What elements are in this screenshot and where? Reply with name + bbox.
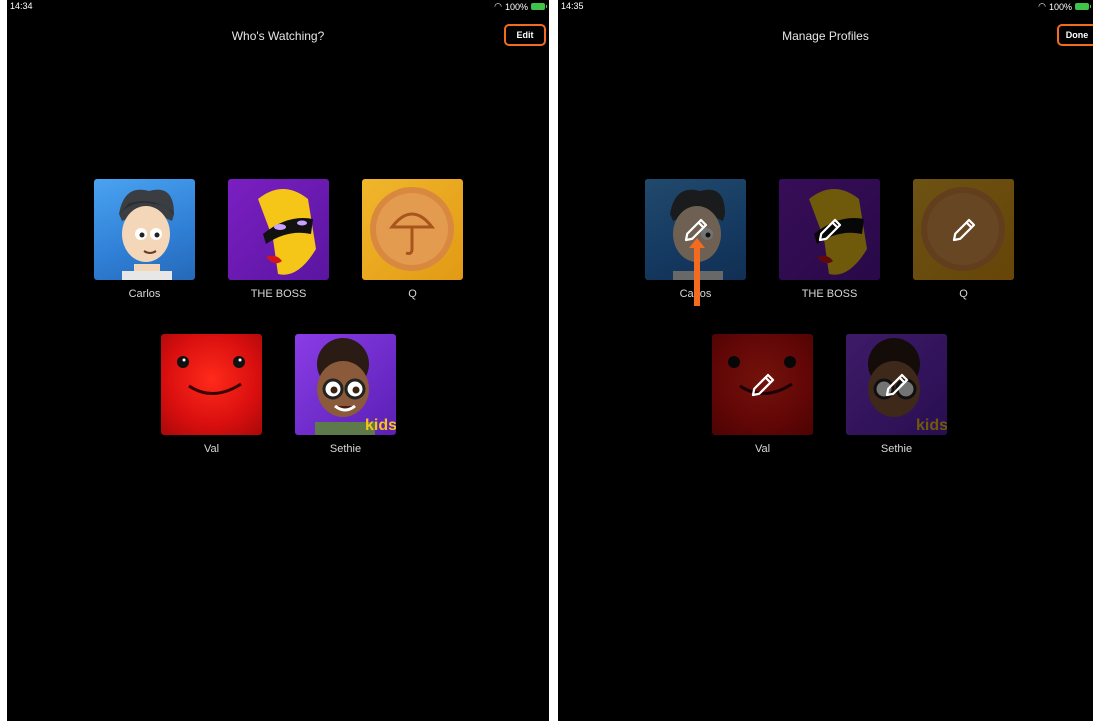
edit-overlay [779,179,880,280]
profile-carlos[interactable]: Carlos [94,179,195,300]
avatar[interactable] [228,179,329,280]
edit-button[interactable]: Edit [504,24,546,46]
pencil-icon [751,373,774,396]
profile-val[interactable]: Val [161,334,262,455]
profile-name: THE BOSS [801,288,858,300]
edit-overlay [913,179,1014,280]
manage-profiles-screen: 14:35 ◠ 100% Manage Profiles Done Carlo [558,0,1093,721]
annotation-arrow [689,238,705,306]
profile-q[interactable]: Q [362,179,463,300]
profile-the-boss[interactable]: THE BOSS [228,179,329,300]
status-bar: 14:35 ◠ 100% [558,0,1093,14]
avatar[interactable] [913,179,1014,280]
avatar[interactable] [779,179,880,280]
profile-sethie[interactable]: kids Sethie [295,334,396,455]
page-title: Manage Profiles [782,29,869,43]
page-title: Who's Watching? [231,29,325,43]
avatar[interactable] [362,179,463,280]
avatar[interactable]: kids [846,334,947,435]
profile-name: Sethie [329,443,362,455]
profile-name: THE BOSS [250,288,307,300]
umbrella-cookie-avatar-icon [370,187,454,271]
who-is-watching-screen: 14:34 ◠ 100% Who's Watching? Edit Carlos [7,0,549,721]
avatar[interactable] [94,179,195,280]
profile-name: Q [408,288,417,300]
wifi-icon: ◠ [1038,1,1046,11]
battery-icon [1075,3,1091,10]
battery-percent: 100% [504,1,528,12]
profile-name: Q [959,288,968,300]
profile-name: Carlos [128,288,161,300]
profile-name: Val [754,443,771,455]
status-time: 14:35 [561,1,584,11]
wifi-icon: ◠ [494,1,502,11]
status-time: 14:34 [10,1,33,11]
sethie-kids-avatar-icon: kids [315,338,396,435]
profile-val[interactable]: Val [712,334,813,455]
avatar[interactable] [712,334,813,435]
avatar[interactable]: kids [295,334,396,435]
battery-percent: 100% [1048,1,1072,12]
done-button[interactable]: Done [1057,24,1093,46]
battery-icon [531,3,547,10]
profile-q[interactable]: Q [913,179,1014,300]
profile-name: Sethie [880,443,913,455]
pencil-icon [818,218,841,241]
status-bar: 14:34 ◠ 100% [7,0,549,14]
profile-name: Val [203,443,220,455]
avatar[interactable] [161,334,262,435]
profile-sethie[interactable]: kids Sethie [846,334,947,455]
red-monster-avatar-icon [177,356,245,395]
kids-badge: kids [365,417,396,434]
profile-the-boss[interactable]: THE BOSS [779,179,880,300]
carlos-avatar-icon [119,189,174,280]
the-boss-avatar-icon [258,189,316,275]
pencil-icon [885,373,908,396]
edit-overlay [846,334,947,435]
edit-overlay [712,334,813,435]
pencil-icon [952,218,975,241]
